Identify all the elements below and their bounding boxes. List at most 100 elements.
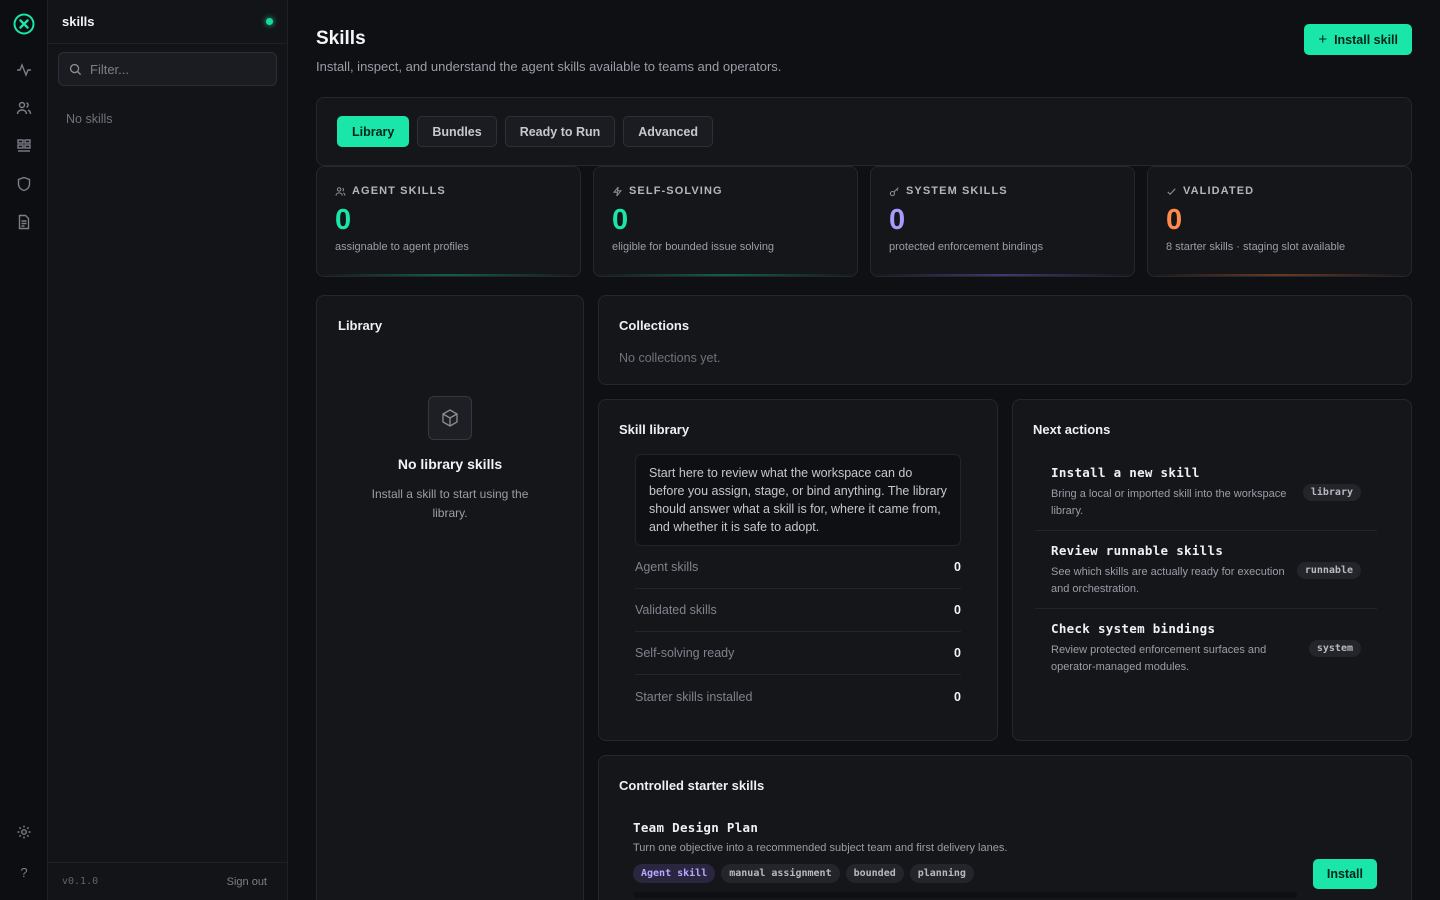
library-panel: Library No library skills Install a skil…	[316, 295, 584, 900]
stat-desc: assignable to agent profiles	[335, 241, 469, 253]
stat-label-row: AGENT SKILLS	[335, 185, 562, 197]
collections-empty: No collections yet.	[619, 351, 721, 365]
users-icon	[335, 186, 346, 196]
check-icon	[1167, 187, 1176, 195]
kv-value: 0	[954, 646, 961, 660]
users-icon[interactable]	[14, 98, 34, 118]
skill-library-stats: Agent skills 0 Validated skills 0 Self-s…	[599, 546, 997, 718]
shield-icon[interactable]	[14, 174, 34, 194]
page-title: Skills	[316, 28, 366, 49]
next-action-text: Check system bindings Review protected e…	[1051, 621, 1291, 676]
skill-library-title: Skill library	[619, 422, 690, 437]
next-actions-title: Next actions	[1033, 422, 1111, 437]
stat-desc: eligible for bounded issue solving	[612, 241, 775, 253]
gear-icon[interactable]	[14, 822, 34, 842]
skill-library-note: Start here to review what the workspace …	[635, 454, 961, 546]
install-skill-label: Install skill	[1334, 32, 1398, 47]
stat-desc: 8 starter skills · staging slot availabl…	[1166, 241, 1346, 253]
tab-advanced[interactable]: Advanced	[623, 116, 714, 147]
next-action-review[interactable]: Review runnable skills See which skills …	[1035, 543, 1377, 609]
activity-icon[interactable]	[14, 60, 34, 80]
next-action-text: Install a new skill Bring a local or imp…	[1051, 465, 1291, 520]
plus-icon: +	[1318, 31, 1328, 48]
search-icon	[69, 63, 82, 75]
stat-label: SELF-SOLVING	[629, 185, 723, 197]
starter-skill-detail-bar	[633, 892, 1297, 898]
file-icon[interactable]	[14, 212, 34, 232]
collections-panel: Collections No collections yet.	[598, 295, 1412, 385]
help-icon[interactable]: ?	[14, 862, 34, 882]
kv-row: Agent skills 0	[635, 546, 961, 589]
next-action-title: Install a new skill	[1051, 465, 1200, 480]
stat-label-row: VALIDATED	[1166, 185, 1393, 197]
stat-accent-line	[317, 274, 580, 276]
sidebar: skills No skills v0.1.0 Sign out	[48, 0, 288, 900]
status-dot	[266, 18, 273, 25]
page-subtitle: Install, inspect, and understand the age…	[316, 59, 782, 74]
stat-accent-line	[1148, 274, 1411, 276]
tab-bundles[interactable]: Bundles	[417, 116, 497, 147]
stat-card-validated: VALIDATED 0 8 starter skills · staging s…	[1147, 166, 1412, 277]
kv-label: Validated skills	[635, 603, 717, 617]
sidebar-footer: v0.1.0 Sign out	[48, 862, 287, 900]
filter-input[interactable]	[90, 61, 266, 77]
tag: manual assignment	[721, 864, 840, 883]
tag: Agent skill	[633, 864, 716, 883]
starter-skill-tags: Agent skill manual assignment bounded pl…	[633, 864, 974, 883]
kv-row: Self-solving ready 0	[635, 632, 961, 675]
sign-out-link[interactable]: Sign out	[227, 876, 267, 888]
stat-label-row: SELF-SOLVING	[612, 185, 839, 197]
stat-accent-line	[594, 274, 857, 276]
next-action-install[interactable]: Install a new skill Bring a local or imp…	[1035, 465, 1377, 531]
sidebar-header: skills	[48, 0, 287, 44]
kv-label: Agent skills	[635, 560, 699, 574]
sidebar-empty-text: No skills	[66, 112, 113, 126]
kv-value: 0	[954, 560, 961, 574]
next-action-desc: See which skills are actually ready for …	[1051, 566, 1285, 595]
kv-label: Starter skills installed	[635, 689, 753, 704]
library-empty-desc: Install a skill to start using the libra…	[371, 487, 529, 520]
kv-row: Validated skills 0	[635, 589, 961, 632]
next-actions-panel: Next actions Install a new skill Bring a…	[1012, 399, 1412, 741]
stat-value: 0	[1166, 204, 1183, 236]
stat-label: SYSTEM SKILLS	[906, 185, 1008, 197]
starter-skills-panel: Controlled starter skills Team Design Pl…	[598, 755, 1412, 900]
starter-skill-desc: Turn one objective into a recommended su…	[633, 842, 1008, 854]
next-action-text: Review runnable skills See which skills …	[1051, 543, 1291, 598]
stat-card-self-solving: SELF-SOLVING 0 eligible for bounded issu…	[593, 166, 858, 277]
logo-icon[interactable]	[13, 13, 35, 35]
stat-label: VALIDATED	[1183, 185, 1255, 197]
starter-skill-name: Team Design Plan	[633, 820, 759, 835]
stat-value: 0	[612, 204, 629, 236]
kv-value: 0	[954, 689, 961, 704]
kv-value: 0	[954, 603, 961, 617]
next-action-check[interactable]: Check system bindings Review protected e…	[1035, 621, 1377, 686]
tag: bounded	[845, 864, 904, 883]
library-title: Library	[338, 318, 383, 333]
tag: planning	[909, 864, 974, 883]
nav-rail: ?	[0, 0, 48, 900]
filter-field[interactable]	[58, 52, 277, 86]
stat-value: 0	[335, 204, 352, 236]
tab-library[interactable]: Library	[337, 116, 410, 147]
main-content: Skills Install, inspect, and understand …	[288, 0, 1440, 900]
next-action-desc: Review protected enforcement surfaces an…	[1051, 644, 1267, 673]
next-action-title: Check system bindings	[1051, 621, 1216, 636]
next-action-badge: library	[1302, 484, 1361, 501]
next-action-badge: system	[1308, 640, 1361, 657]
skill-library-panel: Skill library Start here to review what …	[598, 399, 998, 741]
library-empty-title: No library skills	[397, 456, 503, 472]
grid-icon[interactable]	[14, 136, 34, 156]
install-skill-button[interactable]: + Install skill	[1304, 24, 1412, 55]
version-label: v0.1.0	[62, 876, 99, 887]
tabs-bar: Library Bundles Ready to Run Advanced	[316, 97, 1412, 166]
next-action-desc: Bring a local or imported skill into the…	[1051, 488, 1287, 517]
kv-row: Starter skills installed 0	[635, 675, 961, 718]
stat-label-row: SYSTEM SKILLS	[889, 185, 1116, 197]
bolt-icon	[612, 186, 623, 196]
next-action-badge: runnable	[1296, 562, 1361, 579]
install-starter-button[interactable]: Install	[1312, 859, 1377, 889]
stat-card-system-skills: SYSTEM SKILLS 0 protected enforcement bi…	[870, 166, 1135, 277]
stat-label: AGENT SKILLS	[352, 185, 446, 197]
tab-ready-to-run[interactable]: Ready to Run	[504, 116, 616, 147]
